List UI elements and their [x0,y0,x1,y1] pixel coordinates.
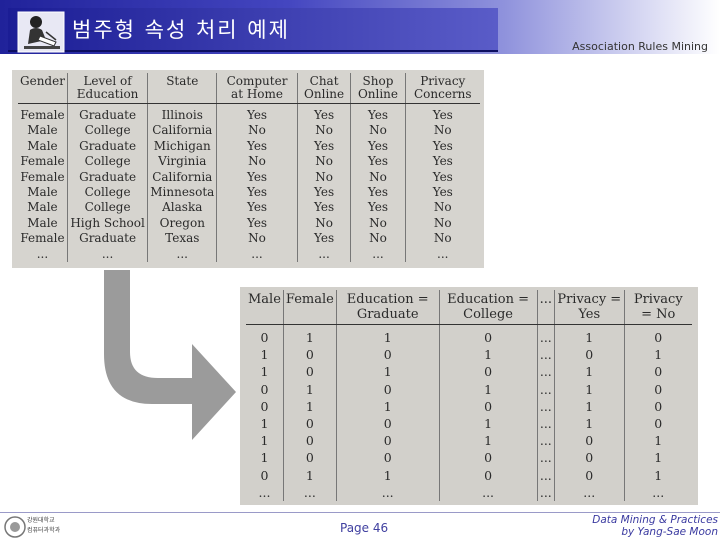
table-cell: 0 [336,380,440,398]
table-cell: ... [554,483,625,502]
logo-text: 강원대학교 컴퓨터과학과 [27,517,61,534]
table-cell: 1 [336,397,440,416]
table-cell: 0 [283,449,337,467]
table-row: 1 0 0 1... 1 0 [246,415,692,433]
column-header: ... [537,290,556,325]
table-cell: 0 [246,397,284,416]
table-cell: 0 [439,324,538,347]
table-cell: ... [283,483,337,502]
table-cell: ... [537,346,556,364]
table-row: 0 1 0 1... 1 0 [246,380,692,398]
table-cell: 1 [439,432,538,450]
table-row: 1 0 0 1... 0 1 [246,432,692,450]
table-cell: 1 [439,380,538,398]
table-row: 0 1 1 0... 0 1 [246,466,692,484]
table-cell: 0 [554,449,625,467]
table-cell: 1 [439,415,538,433]
table-cell: 0 [246,466,284,484]
table-cell: 1 [554,324,625,347]
table-cell: ... [537,324,556,347]
table-cell: ... [537,483,556,502]
table-cell: 1 [336,363,440,381]
table-cell: 0 [246,380,284,398]
table-cell: 0 [654,330,663,345]
table-cell: 1 [246,432,284,450]
table-cell: 1 [439,346,538,364]
table-cell: 0 [283,346,337,364]
table-cell: 1 [654,433,663,449]
table-cell: 1 [283,380,337,398]
table-cell: 1 [554,380,625,398]
table-cell: 0 [336,432,440,450]
table-header-row: Male Female Education = Graduate Education … [246,290,692,325]
table-cell: 1 [246,346,284,364]
table-cell: 1 [336,324,440,347]
table-cell: 0 [654,381,663,397]
table-row: 1 0 1 0... 1 0 [246,363,692,381]
table-cell: 1 [554,415,625,433]
table-cell: 0 [283,432,337,450]
table-row: 0 1 1 0... 1 0 [246,324,692,347]
page-number: Page 46 [340,521,389,535]
table-cell: ... [537,397,556,416]
table-cell: ... [336,483,440,502]
table-cell: 0 [654,416,663,432]
table-cell: 0 [283,415,337,433]
table-cell: 0 [654,364,663,380]
binary-table: Male Female Education = Graduate Education … [246,290,692,502]
table-cell: 1 [246,363,284,381]
table-cell: ... [537,415,556,433]
table-cell: 1 [654,467,663,483]
table-cell: 1 [283,397,337,416]
table-row: 1 0 0 0... 0 1 [246,449,692,467]
table-cell: ... [246,483,284,502]
table-row: 1 0 0 1... 0 1 [246,346,692,364]
table-cell: 0 [439,397,538,416]
table-cell: 0 [654,398,663,414]
table-cell: 0 [336,415,440,433]
table-cell: 0 [439,363,538,381]
table-cell: ... [439,483,538,502]
table-row: 0 1 1 0... 1 0 [246,397,692,416]
table-cell: 1 [336,466,440,484]
table-cell: 0 [246,324,284,347]
table-cell: ... [537,449,556,467]
binary-table-photo: Male Female Education = Graduate Education … [240,287,698,505]
table-cell: 0 [336,346,440,364]
table-cell: 1 [654,450,663,466]
table-cell: 1 [246,449,284,467]
footer-divider [0,512,720,513]
table-cell: ... [537,363,556,381]
table-cell: 0 [439,449,538,467]
table-cell: 1 [246,415,284,433]
table-cell: 0 [554,432,625,450]
column-header: Privacy = No [624,290,692,325]
table-cell: 1 [554,397,625,416]
table-cell: ... [537,380,556,398]
column-header: Education = College [439,290,538,325]
table-cell: 1 [554,363,625,381]
table-cell: 1 [283,324,337,347]
course-credit: Data Mining & Practices by Yang-Sae Moon [592,514,718,538]
column-header: Male [246,290,284,325]
table-cell: 0 [439,466,538,484]
table-row: ..................... [246,483,692,502]
column-header: Education = Graduate [336,290,440,325]
column-header: Female [283,290,337,325]
table-cell: ... [537,432,556,450]
table-cell: 1 [654,347,663,363]
table-cell: 0 [336,449,440,467]
table-cell: 0 [554,346,625,364]
table-cell: 0 [283,363,337,381]
table-cell: 1 [283,466,337,484]
column-header: Privacy = Yes [554,290,625,325]
table-cell: ... [652,484,665,500]
table-cell: ... [537,466,556,484]
table-cell: 0 [554,466,625,484]
